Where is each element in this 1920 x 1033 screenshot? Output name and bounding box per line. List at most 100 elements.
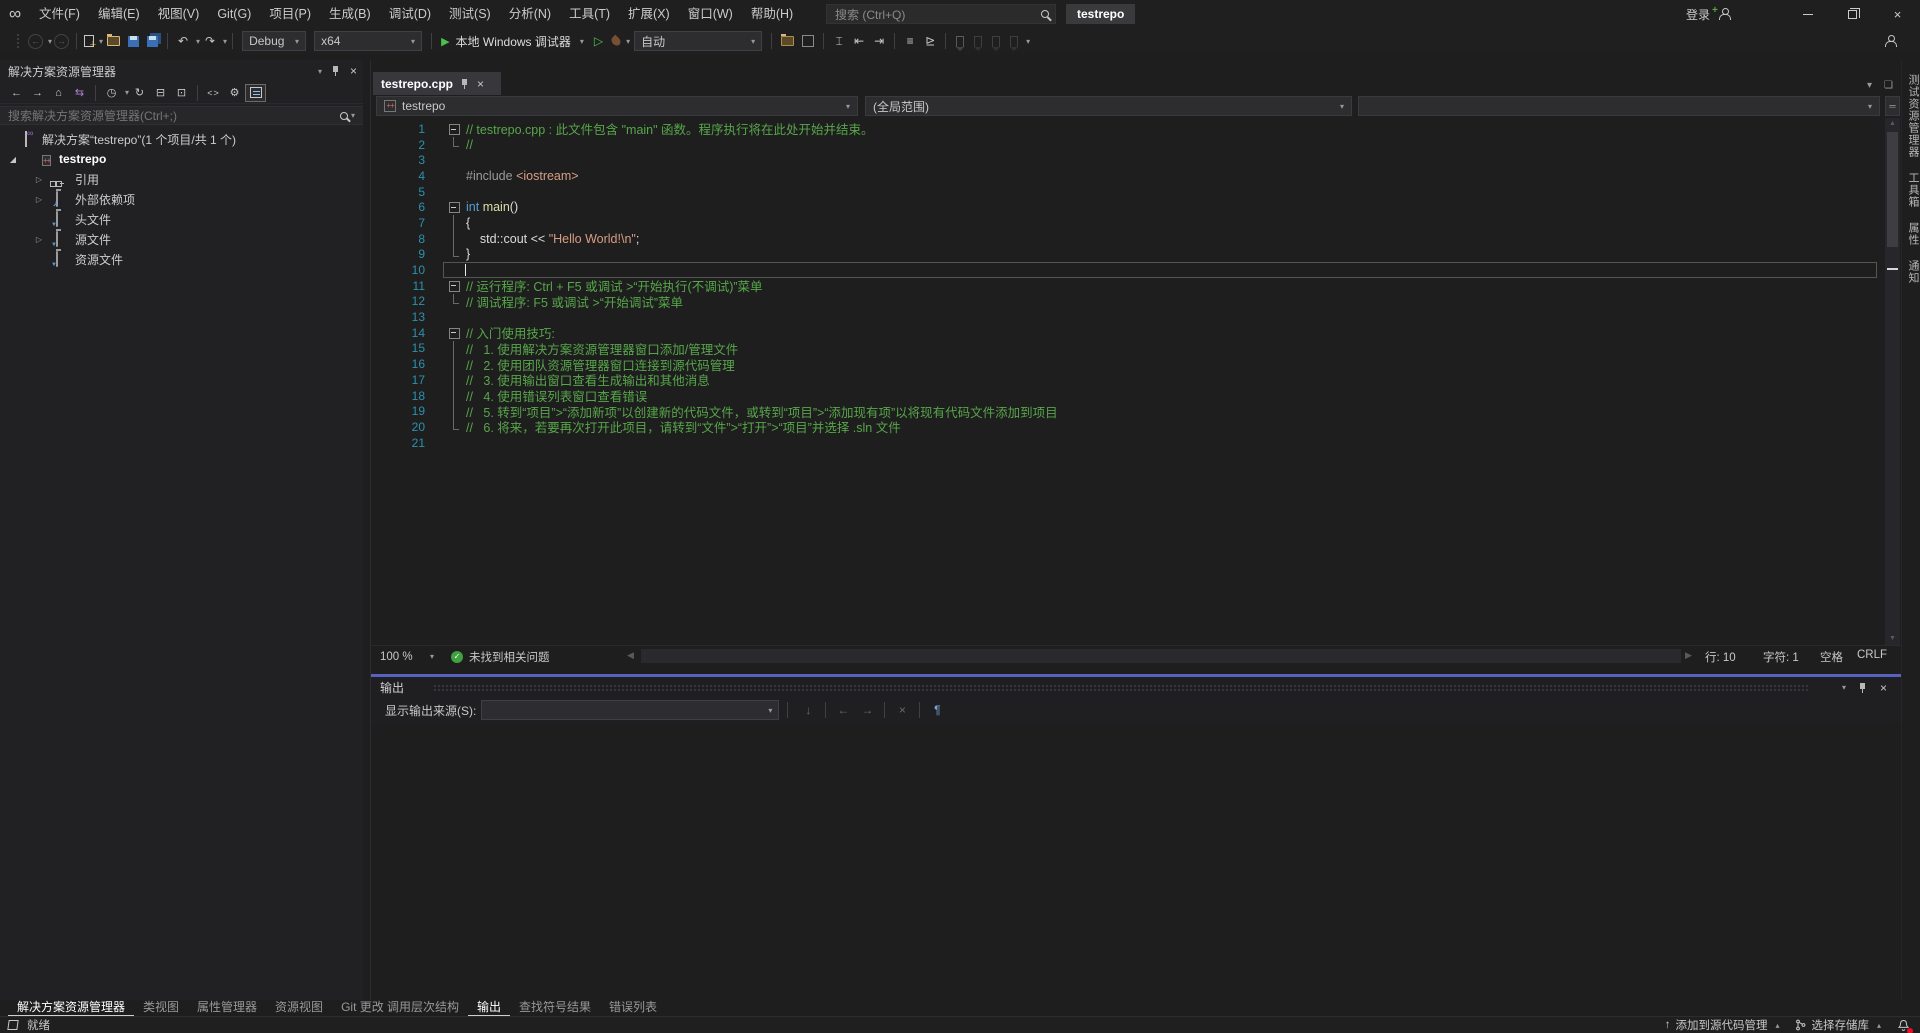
- solution-explorer-header[interactable]: 解决方案资源管理器 ▾ ×: [0, 60, 363, 82]
- pin-icon[interactable]: [331, 65, 341, 77]
- code-line-4[interactable]: 4#include <iostream>: [371, 168, 1901, 184]
- user-account-icon[interactable]: +: [1718, 8, 1730, 20]
- menu-analyze[interactable]: 分析(N): [500, 0, 560, 28]
- minimize-button[interactable]: [1785, 0, 1830, 28]
- redo-icon[interactable]: ↷: [200, 31, 220, 51]
- pending-changes-filter-icon[interactable]: ◷: [101, 84, 122, 102]
- project-dropdown[interactable]: ++ testrepo ▾: [376, 96, 858, 116]
- horizontal-scrollbar[interactable]: [641, 649, 1681, 663]
- fold-collapse-icon[interactable]: [448, 325, 461, 341]
- code-line-12[interactable]: 12// 调试程序: F5 或调试 >“开始调试”菜单: [371, 294, 1901, 310]
- menu-debug[interactable]: 调试(D): [380, 0, 440, 28]
- menu-extensions[interactable]: 扩展(X): [619, 0, 679, 28]
- tree-item-project-testrepo[interactable]: ◢++testrepo: [0, 149, 363, 169]
- scrollbar-thumb[interactable]: [1887, 132, 1898, 247]
- fold-collapse-icon[interactable]: [448, 199, 461, 215]
- solution-name-badge[interactable]: testrepo: [1066, 4, 1135, 24]
- start-debugging-button[interactable]: ▶ 本地 Windows 调试器 ▾: [441, 33, 584, 50]
- clear-all-icon[interactable]: ×: [892, 700, 912, 720]
- menu-window[interactable]: 窗口(W): [679, 0, 742, 28]
- panel-tab-call-hierarchy[interactable]: 调用层次结构: [378, 1000, 468, 1015]
- output-source-dropdown[interactable]: ▾: [481, 700, 779, 720]
- next-message-icon[interactable]: →: [857, 700, 877, 720]
- toggle-bookmark-icon[interactable]: [956, 36, 964, 47]
- solution-platform-dropdown[interactable]: x64▾: [314, 31, 422, 51]
- tree-item-header-files[interactable]: 头文件: [0, 209, 363, 229]
- solution-configuration-dropdown[interactable]: Debug▾: [242, 31, 306, 51]
- code-line-9[interactable]: 9}: [371, 247, 1901, 263]
- menu-git[interactable]: Git(G): [208, 0, 260, 28]
- properties-gear-icon[interactable]: ⚙: [224, 84, 245, 102]
- attach-mode-dropdown[interactable]: 自动▾: [634, 31, 762, 51]
- zoom-dropdown[interactable]: 100 % ▾: [375, 648, 439, 665]
- tree-expanded-icon[interactable]: ◢: [8, 155, 18, 164]
- add-to-source-control-button[interactable]: ↑ 添加到源代码管理 ▴: [1665, 1017, 1780, 1033]
- tree-collapsed-icon[interactable]: ▷: [34, 195, 44, 204]
- comment-icon[interactable]: ≡: [900, 31, 920, 51]
- goto-message-icon[interactable]: ↓: [798, 700, 818, 720]
- panel-tab-find-symbol-results[interactable]: 查找符号结果: [510, 1000, 600, 1015]
- explorer-forward-icon[interactable]: →: [27, 84, 48, 102]
- menu-edit[interactable]: 编辑(E): [89, 0, 149, 28]
- open-file-icon[interactable]: [107, 36, 120, 46]
- solution-explorer-search[interactable]: ▾: [0, 106, 363, 125]
- properties-window-icon[interactable]: ⊡: [171, 84, 192, 102]
- solution-explorer-sync-icon[interactable]: [781, 36, 794, 46]
- tree-item-references[interactable]: ▷引用: [0, 169, 363, 189]
- navigate-backward-icon[interactable]: ←: [28, 34, 43, 49]
- save-icon[interactable]: [128, 36, 139, 47]
- close-panel-icon[interactable]: ×: [350, 65, 357, 77]
- autohide-tab-properties[interactable]: 属性: [1905, 222, 1920, 246]
- autohide-tab-test-explorer[interactable]: 测试资源管理器: [1905, 74, 1920, 158]
- tree-item-resource-files[interactable]: 资源文件: [0, 249, 363, 269]
- preview-window-icon[interactable]: [802, 35, 814, 47]
- indent-increase-icon[interactable]: ⇥: [869, 31, 889, 51]
- save-all-icon[interactable]: [147, 36, 158, 47]
- sync-with-active-document-icon[interactable]: ↻: [129, 84, 150, 102]
- switch-views-icon[interactable]: ⇆: [69, 84, 90, 102]
- tree-item-external-dependencies[interactable]: ▷外部依赖项: [0, 189, 363, 209]
- panel-drag-grip[interactable]: [433, 684, 1809, 691]
- scroll-up-icon[interactable]: ▲: [1885, 118, 1900, 130]
- panel-tab-resource-view[interactable]: 资源视图: [266, 1000, 332, 1015]
- menu-build[interactable]: 生成(B): [320, 0, 380, 28]
- fold-collapse-icon[interactable]: [448, 278, 461, 294]
- collapse-all-icon[interactable]: ⊟: [150, 84, 171, 102]
- member-dropdown[interactable]: ▾: [1358, 96, 1880, 116]
- code-line-8[interactable]: 8 std::cout << "Hello World!\n";: [371, 231, 1901, 247]
- code-line-6[interactable]: 6int main(): [371, 199, 1901, 215]
- redo-dropdown-icon[interactable]: ▾: [223, 37, 227, 46]
- tree-item-source-files[interactable]: ▷源文件: [0, 229, 363, 249]
- next-bookmark-icon[interactable]: [992, 36, 1000, 47]
- split-editor-handle[interactable]: ═: [1885, 96, 1900, 116]
- scope-dropdown[interactable]: (全局范围) ▾: [865, 96, 1352, 116]
- send-feedback-icon[interactable]: [1884, 35, 1896, 47]
- uncomment-icon[interactable]: ⊵: [920, 31, 940, 51]
- pin-icon[interactable]: [1858, 682, 1868, 694]
- panel-tab-output[interactable]: 输出: [468, 1000, 510, 1016]
- solution-explorer-search-input[interactable]: [8, 109, 340, 123]
- hot-reload-icon[interactable]: [610, 35, 623, 48]
- document-health-indicator[interactable]: ✓ 未找到相关问题: [451, 648, 550, 665]
- explorer-back-icon[interactable]: ←: [6, 84, 27, 102]
- autohide-tab-notifications[interactable]: 通知: [1905, 260, 1920, 284]
- close-panel-icon[interactable]: ×: [1880, 682, 1887, 694]
- spaces-indicator[interactable]: 空格: [1820, 649, 1843, 665]
- toolbar-grip[interactable]: [16, 33, 20, 49]
- menu-test[interactable]: 测试(S): [440, 0, 500, 28]
- panel-tab-error-list[interactable]: 错误列表: [600, 1000, 666, 1015]
- eol-indicator[interactable]: CRLF: [1857, 649, 1887, 661]
- previous-message-icon[interactable]: ←: [833, 700, 853, 720]
- document-tab-testrepo-cpp[interactable]: testrepo.cpp ×: [373, 72, 501, 95]
- vertical-splitter[interactable]: [363, 60, 371, 1000]
- hscroll-left-icon[interactable]: ◀: [627, 650, 634, 661]
- close-button[interactable]: ×: [1875, 0, 1920, 28]
- navigate-backward-dropdown-icon[interactable]: ▾: [48, 37, 52, 46]
- new-project-icon[interactable]: [84, 35, 94, 47]
- home-icon[interactable]: ⌂: [48, 84, 69, 102]
- code-line-20[interactable]: 20// 6. 将来，若要再次打开此项目，请转到“文件”>“打开”>“项目”并选…: [371, 419, 1901, 435]
- panel-tab-property-manager[interactable]: 属性管理器: [188, 1000, 266, 1015]
- view-code-icon[interactable]: <>: [203, 84, 224, 102]
- code-line-3[interactable]: 3: [371, 152, 1901, 168]
- hscroll-right-icon[interactable]: ▶: [1685, 650, 1692, 661]
